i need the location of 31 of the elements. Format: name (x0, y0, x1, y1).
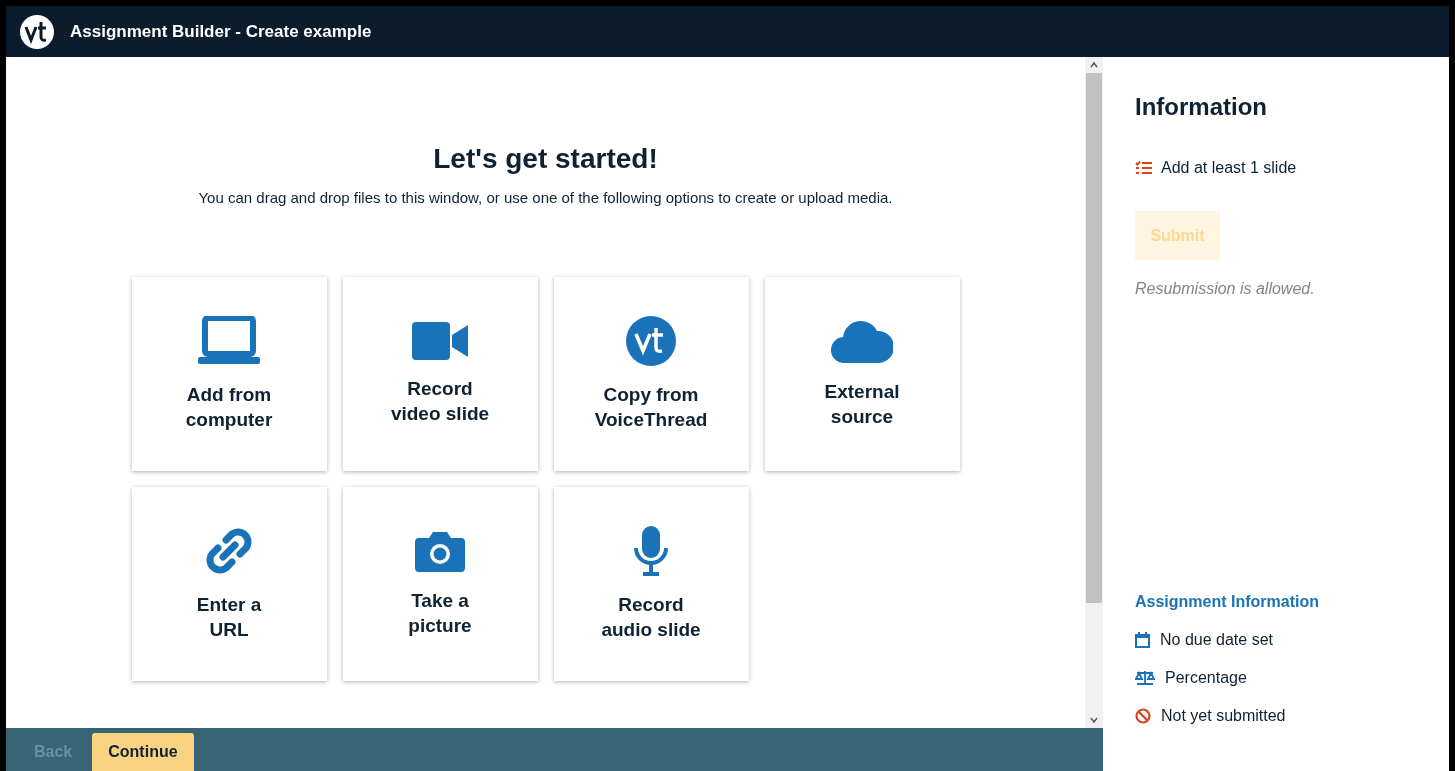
continue-button[interactable]: Continue (92, 733, 194, 771)
prohibited-icon (1135, 708, 1151, 724)
window-title: Assignment Builder - Create example (70, 21, 372, 42)
cloud-icon (831, 319, 893, 363)
camera-icon (415, 530, 465, 572)
calendar-icon (1135, 632, 1150, 648)
option-card[interactable]: External source (764, 277, 960, 471)
resubmission-note: Resubmission is allowed. (1135, 280, 1316, 298)
option-card[interactable]: Add from computer (131, 277, 327, 471)
panel-title: Information (1135, 93, 1268, 121)
option-card[interactable]: Copy from VoiceThread (553, 277, 749, 471)
option-card[interactable]: Record video slide (342, 277, 538, 471)
heading: Let's get started! (433, 143, 658, 175)
requirement-text: Add at least 1 slide (1161, 159, 1297, 177)
microphone-icon (633, 526, 669, 576)
section-title: Assignment Information (1135, 593, 1320, 611)
option-card[interactable]: Enter a URL (131, 487, 327, 681)
logo-icon (626, 316, 676, 366)
subtitle: You can drag and drop files to this window, or use one of the following options to create or upload media. (198, 189, 893, 206)
info-text: Not yet submitted (1161, 707, 1286, 725)
laptop-icon (198, 316, 260, 366)
option-card[interactable]: Record audio slide (553, 487, 749, 681)
scale-icon (1135, 670, 1155, 686)
info-text: No due date set (1160, 631, 1273, 649)
option-card[interactable]: Take a picture (342, 487, 538, 681)
link-icon (204, 526, 254, 576)
logo-icon (20, 14, 54, 49)
scrollbar[interactable] (1085, 57, 1103, 728)
checklist-icon (1135, 161, 1153, 175)
info-text: Percentage (1165, 669, 1247, 687)
video-camera-icon (412, 322, 468, 360)
